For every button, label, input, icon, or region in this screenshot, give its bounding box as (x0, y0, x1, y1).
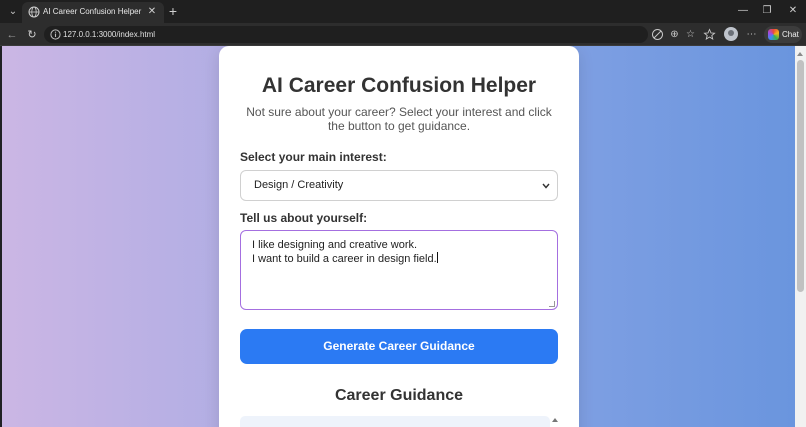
page-title: AI Career Confusion Helper (261, 74, 537, 97)
page-scrollbar[interactable] (795, 46, 806, 427)
browser-toolbar: ← ↻ 127.0.0.1:3000/index.html ⊕ ☆ ⋯ Chat (0, 23, 806, 46)
helper-card: AI Career Confusion Helper Not sure abou… (219, 46, 579, 427)
interest-selected-value: Design / Creativity (254, 179, 344, 191)
minimize-icon[interactable]: — (736, 5, 750, 17)
about-textarea[interactable]: I like designing and creative work. I wa… (240, 230, 558, 310)
globe-icon (28, 6, 40, 18)
scroll-up-arrow-icon[interactable] (797, 52, 803, 56)
tab-active[interactable]: AI Career Confusion Helper ✕ (22, 2, 164, 23)
chat-label: Chat (782, 30, 799, 39)
address-bar[interactable]: 127.0.0.1:3000/index.html (44, 26, 648, 43)
copilot-chat-button[interactable]: Chat (764, 26, 802, 43)
profile-avatar[interactable] (724, 27, 738, 41)
zoom-icon[interactable]: ⊕ (668, 28, 681, 41)
text-caret (436, 252, 438, 263)
interest-label: Select your main interest: (240, 150, 387, 164)
window-close-icon[interactable]: ✕ (786, 5, 800, 17)
guidance-result-box (240, 416, 550, 427)
tab-strip: ⌄ AI Career Confusion Helper ✕ + — ❐ ✕ (0, 0, 806, 23)
about-text-line: I want to build a career in design field… (252, 252, 438, 266)
copilot-icon (768, 29, 779, 40)
more-menu-icon[interactable]: ⋯ (745, 28, 758, 41)
guidance-heading: Career Guidance (334, 387, 464, 404)
info-icon[interactable] (50, 29, 61, 40)
new-tab-icon[interactable]: + (166, 4, 180, 18)
generate-guidance-button[interactable]: Generate Career Guidance (240, 329, 558, 364)
tab-title: AI Career Confusion Helper (43, 7, 142, 16)
scroll-up-arrow-icon[interactable] (552, 418, 558, 422)
tab-close-icon[interactable]: ✕ (146, 6, 158, 18)
resize-handle-icon[interactable] (549, 301, 555, 307)
restore-icon[interactable]: ❐ (760, 5, 774, 17)
about-label: Tell us about yourself: (240, 211, 368, 225)
favorites-collection-icon[interactable] (703, 28, 716, 41)
about-text-line-content: I want to build a career in design field… (252, 253, 437, 265)
favorite-star-icon[interactable]: ☆ (684, 28, 697, 41)
scroll-thumb[interactable] (797, 60, 804, 292)
back-icon[interactable]: ← (5, 28, 19, 42)
reload-icon[interactable]: ↻ (25, 28, 39, 42)
page-viewport: AI Career Confusion Helper Not sure abou… (2, 46, 795, 427)
page-subtitle: Not sure about your career? Select your … (246, 105, 552, 133)
url-text: 127.0.0.1:3000/index.html (63, 30, 156, 39)
tab-search-menu-icon[interactable]: ⌄ (5, 4, 21, 20)
result-scrollbar[interactable] (552, 416, 558, 427)
about-text-line: I like designing and creative work. (252, 239, 418, 251)
interest-select[interactable]: Design / Creativity (240, 170, 558, 201)
chevron-down-icon (542, 183, 550, 189)
tracking-prevention-icon[interactable] (651, 28, 664, 41)
